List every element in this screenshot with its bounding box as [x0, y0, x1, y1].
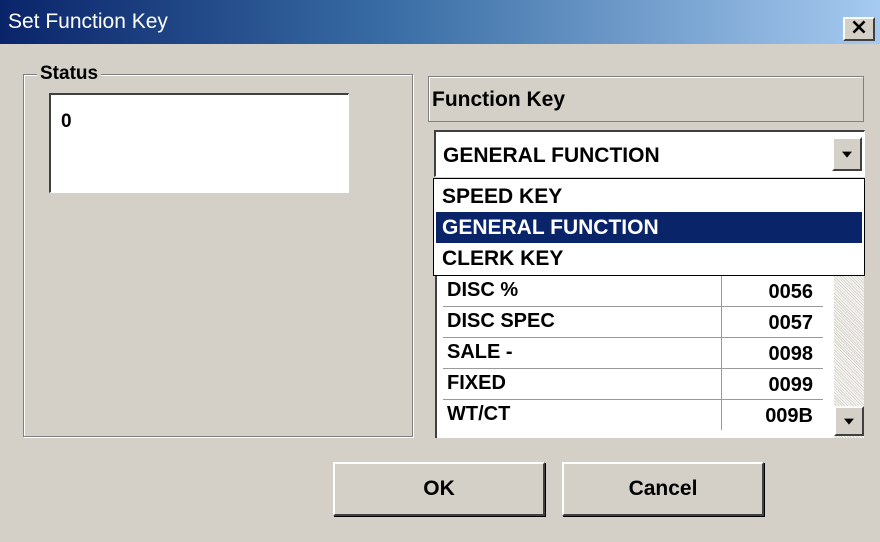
close-icon: ×: [849, 15, 869, 40]
function-key-list[interactable]: DISC % 0056 DISC SPEC 0057 SALE - 0098 F…: [435, 276, 864, 438]
row-code: 0057: [721, 307, 821, 337]
row-name: DISC %: [447, 279, 519, 301]
row-code: 009B: [721, 400, 821, 430]
combobox-dropdown-button[interactable]: [832, 137, 862, 171]
row-name: FIXED: [447, 372, 506, 394]
row-code: 0099: [721, 369, 821, 399]
scroll-down-button[interactable]: [834, 406, 864, 436]
table-row[interactable]: DISC % 0056: [443, 276, 823, 307]
chevron-down-icon: [842, 151, 852, 158]
combobox-selected-value: GENERAL FUNCTION: [443, 144, 660, 167]
table-row[interactable]: SALE - 0098: [443, 338, 823, 369]
dropdown-option-speed-key[interactable]: SPEED KEY: [436, 181, 862, 212]
function-key-label: Function Key: [432, 88, 566, 111]
row-name: DISC SPEC: [447, 310, 555, 332]
table-row[interactable]: FIXED 0099: [443, 369, 823, 400]
table-row[interactable]: DISC SPEC 0057: [443, 307, 823, 338]
status-value: 0: [61, 111, 72, 132]
row-name: WT/CT: [447, 403, 511, 425]
window-title: Set Function Key: [8, 10, 168, 33]
row-code: 0056: [721, 276, 821, 306]
dropdown-option-general-function[interactable]: GENERAL FUNCTION: [436, 212, 862, 243]
cancel-button[interactable]: Cancel: [562, 462, 764, 516]
function-key-label-box: Function Key: [428, 76, 864, 122]
status-value-box: 0: [49, 93, 349, 193]
title-bar[interactable]: Set Function Key ×: [0, 0, 880, 44]
row-name: SALE -: [447, 341, 513, 363]
dropdown-option-clerk-key[interactable]: CLERK KEY: [436, 243, 862, 274]
function-type-dropdown-list[interactable]: SPEED KEY GENERAL FUNCTION CLERK KEY: [433, 178, 865, 276]
ok-button[interactable]: OK: [333, 462, 545, 516]
function-type-combobox[interactable]: GENERAL FUNCTION: [434, 130, 865, 177]
close-button[interactable]: ×: [843, 17, 875, 41]
arrow-down-icon: [844, 418, 854, 425]
table-row[interactable]: WT/CT 009B: [443, 400, 823, 431]
status-legend: Status: [37, 63, 102, 85]
row-code: 0098: [721, 338, 821, 368]
